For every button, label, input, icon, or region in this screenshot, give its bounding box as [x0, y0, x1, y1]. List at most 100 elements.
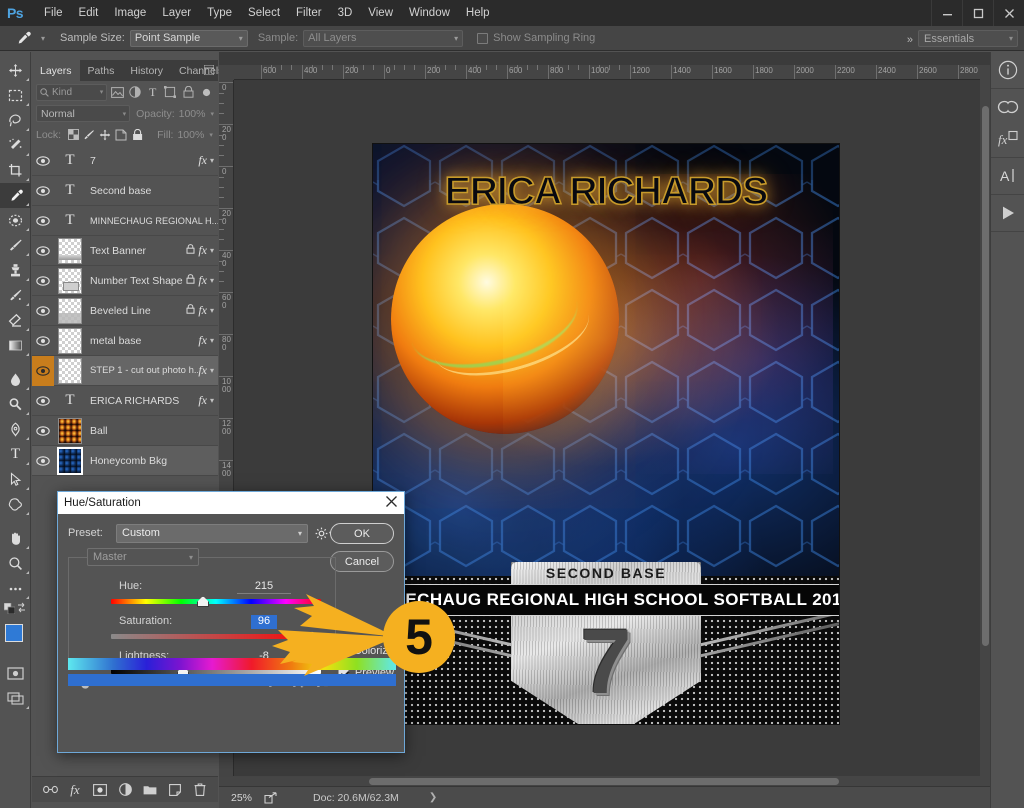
options-overflow-icon[interactable]: » [907, 34, 913, 46]
fx-icon[interactable]: fx [198, 273, 207, 288]
layer-thumbnail[interactable] [57, 446, 83, 475]
fx-icon[interactable]: fx [198, 153, 207, 168]
lock-position-icon[interactable] [97, 126, 113, 143]
chevron-down-icon[interactable]: ▾ [210, 336, 214, 345]
hue-slider-track[interactable] [111, 599, 321, 604]
blur-tool[interactable] [0, 367, 31, 392]
sample-select[interactable]: All Layers ▾ [303, 29, 464, 47]
table-row[interactable]: T 7 fx ▾ [32, 146, 218, 176]
table-row[interactable]: T Second base [32, 176, 218, 206]
brush-tool[interactable] [0, 233, 31, 258]
tab-paths[interactable]: Paths [80, 60, 123, 81]
menu-filter[interactable]: Filter [288, 2, 330, 24]
menu-select[interactable]: Select [240, 2, 288, 24]
opacity-value[interactable]: 100% [179, 108, 206, 120]
right-chevron-icon[interactable]: ❯ [429, 792, 437, 803]
close-button[interactable] [993, 0, 1024, 26]
horizontal-scrollbar[interactable] [219, 776, 990, 786]
gradient-tool[interactable] [0, 333, 31, 358]
filter-type-icon[interactable]: T [145, 84, 161, 101]
lock-artboard-nesting-icon[interactable] [113, 126, 129, 143]
default-colors-icon[interactable] [3, 602, 16, 617]
layer-visibility-toggle[interactable] [32, 266, 54, 296]
zoom-level[interactable]: 25% [231, 792, 252, 804]
marquee-tool[interactable] [0, 83, 31, 108]
character-a-icon[interactable]: A [995, 164, 1021, 188]
fx-icon[interactable]: fx [198, 363, 207, 378]
lasso-tool[interactable] [0, 108, 31, 133]
fill-value[interactable]: 100% [177, 129, 204, 141]
trash-icon[interactable] [193, 782, 208, 798]
eyedropper-tool[interactable] [0, 183, 31, 208]
crop-tool[interactable] [0, 158, 31, 183]
filter-kind-select[interactable]: Kind ▾ [36, 83, 108, 101]
new-layer-icon[interactable] [168, 782, 183, 798]
table-row[interactable]: Text Banner fx ▾ [32, 236, 218, 266]
screen-mode-button[interactable] [0, 686, 31, 711]
filter-adjustment-icon[interactable] [127, 84, 143, 101]
table-row[interactable]: T ERICA RICHARDS fx ▾ [32, 386, 218, 416]
minimize-button[interactable] [931, 0, 962, 26]
horizontal-scrollbar-thumb[interactable] [369, 778, 839, 785]
fx-icon[interactable]: fx [198, 303, 207, 318]
layer-visibility-toggle[interactable] [32, 146, 54, 176]
layer-thumbnail[interactable] [58, 267, 82, 294]
eyedropper-icon[interactable] [10, 30, 36, 47]
filter-pixel-icon[interactable] [109, 84, 125, 101]
layer-thumbnail[interactable] [58, 237, 82, 264]
layer-thumbnail[interactable] [58, 297, 82, 324]
table-row[interactable]: metal base fx ▾ [32, 326, 218, 356]
tab-layers[interactable]: Layers [32, 60, 80, 81]
workspace-switcher[interactable]: Essentials ▾ [918, 30, 1018, 47]
filter-shape-icon[interactable] [163, 84, 179, 101]
dodge-tool[interactable] [0, 392, 31, 417]
move-tool[interactable] [0, 58, 31, 83]
sample-size-select[interactable]: Point Sample ▾ [129, 29, 248, 47]
fx-icon[interactable]: fx [198, 333, 207, 348]
table-row[interactable]: Beveled Line fx ▾ [32, 296, 218, 326]
channel-select[interactable]: Master ▾ [87, 548, 199, 566]
fx-square-icon[interactable]: fx [995, 127, 1021, 151]
lock-image-pixels-icon[interactable] [81, 126, 97, 143]
chevron-down-icon[interactable]: ▾ [210, 156, 214, 165]
preset-select[interactable]: Custom ▾ [116, 523, 308, 543]
fill-chevron-down-icon[interactable]: ▾ [209, 131, 213, 139]
menu-image[interactable]: Image [106, 2, 154, 24]
dialog-title-bar[interactable]: Hue/Saturation [58, 492, 404, 514]
table-row[interactable]: Honeycomb Bkg [32, 446, 218, 476]
hand-tool[interactable] [0, 526, 31, 551]
chevron-down-icon[interactable]: ▾ [210, 246, 214, 255]
mask-icon[interactable] [93, 782, 108, 798]
canvas[interactable]: ERICA RICHARDS SECOND BASE 7 MINNECHAUG … [372, 143, 840, 725]
link-icon[interactable] [42, 782, 58, 798]
chevron-down-icon[interactable]: ▾ [210, 366, 214, 375]
chevron-down-icon[interactable]: ▾ [210, 306, 214, 315]
menu-view[interactable]: View [360, 2, 401, 24]
maximize-button[interactable] [962, 0, 993, 26]
clone-stamp-tool[interactable] [0, 258, 31, 283]
swap-colors-icon[interactable] [16, 602, 27, 616]
info-circle-icon[interactable] [995, 58, 1021, 82]
edit-toolbar-button[interactable] [0, 576, 31, 601]
panel-menu-icon[interactable] [203, 64, 215, 78]
tab-history[interactable]: History [122, 60, 171, 81]
table-row[interactable]: T MINNECHAUG REGIONAL H... [32, 206, 218, 236]
healing-brush-tool[interactable] [0, 208, 31, 233]
hue-value[interactable]: 215 [237, 580, 291, 594]
colorize-checkbox[interactable]: Colorize [336, 645, 394, 657]
eraser-tool[interactable] [0, 308, 31, 333]
table-row[interactable]: Number Text Shape fx ▾ [32, 266, 218, 296]
menu-help[interactable]: Help [458, 2, 498, 24]
vertical-scrollbar[interactable] [980, 66, 990, 776]
menu-type[interactable]: Type [199, 2, 240, 24]
layer-visibility-toggle[interactable] [32, 176, 54, 206]
close-icon[interactable] [385, 495, 398, 511]
lock-transparent-pixels-icon[interactable] [65, 126, 81, 143]
ok-button[interactable]: OK [330, 523, 394, 544]
chevron-down-icon[interactable]: ▾ [210, 396, 214, 405]
type-tool[interactable]: T [0, 442, 31, 467]
layer-visibility-toggle[interactable] [32, 416, 54, 446]
pen-tool[interactable] [0, 417, 31, 442]
hue-slider-thumb[interactable] [197, 596, 209, 607]
quick-selection-tool[interactable] [0, 133, 31, 158]
